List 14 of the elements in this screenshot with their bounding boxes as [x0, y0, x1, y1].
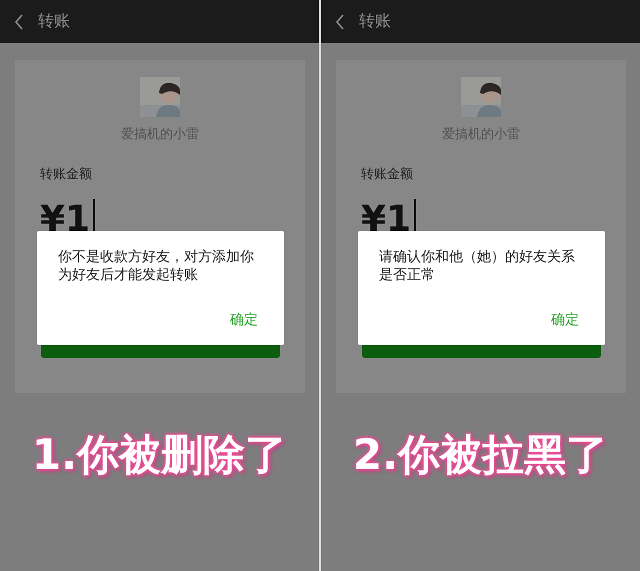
- amount-label: 转账金额: [40, 166, 93, 183]
- caption: 2.你被拉黑了: [352, 429, 608, 481]
- dialog-message: 请确认你和他（她）的好友关系是否正常: [379, 248, 576, 284]
- caption: 1.你被删除了: [32, 429, 288, 481]
- dialog-message: 你不是收款方好友，对方添加你为好友后才能发起转账: [58, 248, 255, 284]
- page-title: 转账: [359, 11, 391, 32]
- amount-field[interactable]: ¥1: [361, 197, 412, 241]
- page-title: 转账: [38, 11, 70, 32]
- ok-button[interactable]: 确定: [230, 311, 258, 329]
- back-icon[interactable]: [335, 14, 345, 30]
- amount-label: 转账金额: [361, 166, 414, 183]
- back-icon[interactable]: [14, 14, 24, 30]
- amount-field[interactable]: ¥1: [40, 197, 90, 241]
- ok-button[interactable]: 确定: [551, 311, 579, 329]
